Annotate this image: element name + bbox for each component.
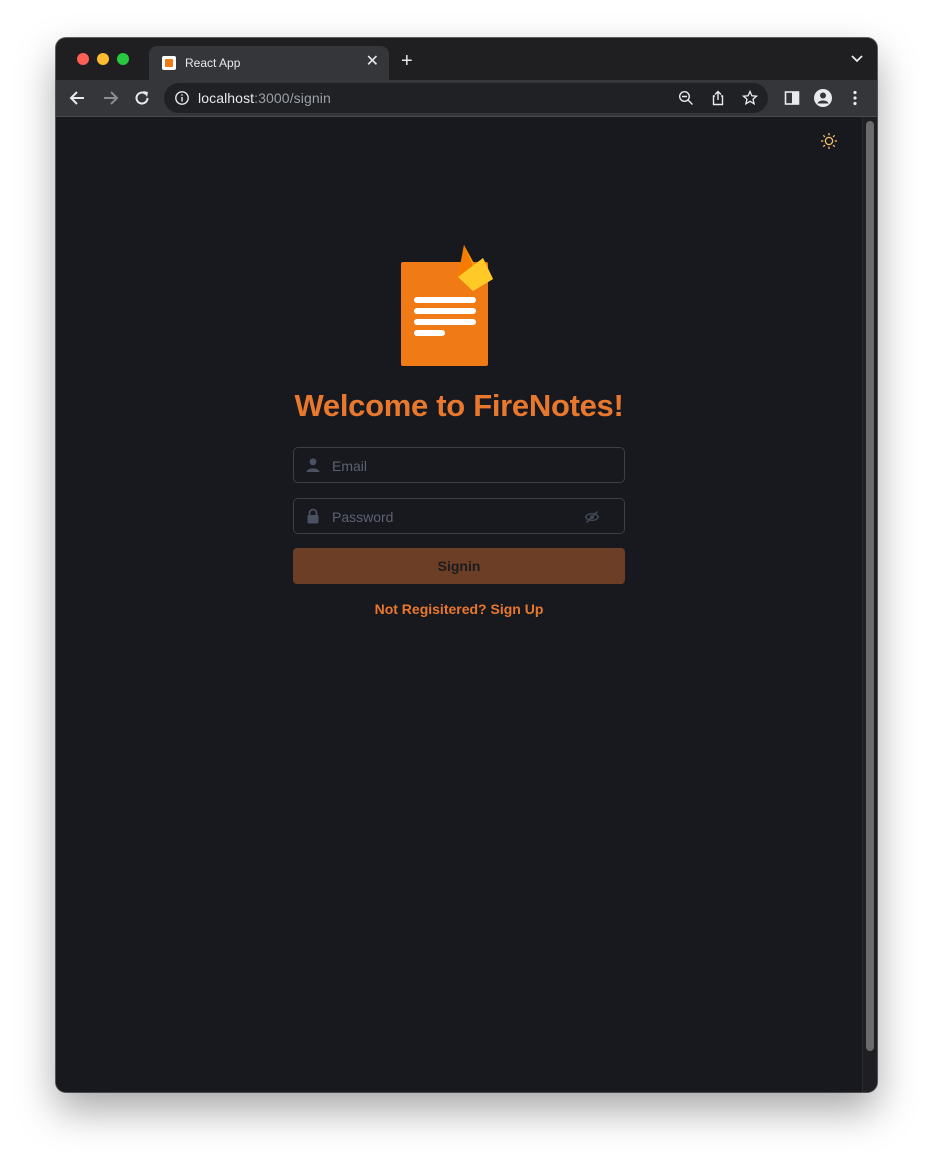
sun-icon[interactable] — [819, 131, 839, 151]
minimize-window-button[interactable] — [97, 53, 109, 65]
email-field[interactable] — [293, 447, 625, 484]
menu-icon[interactable] — [845, 88, 865, 108]
password-field[interactable] — [293, 498, 625, 535]
chevron-down-icon[interactable] — [851, 55, 863, 63]
forward-icon[interactable] — [100, 88, 120, 108]
firenotes-logo — [401, 245, 493, 366]
tab-title: React App — [185, 56, 241, 70]
profile-icon[interactable] — [813, 88, 833, 108]
page-viewport: Welcome to FireNotes! Signin Not Regisit… — [56, 117, 862, 1092]
scrollbar-thumb[interactable] — [866, 121, 874, 1051]
signin-button[interactable]: Signin — [293, 548, 625, 584]
new-tab-icon[interactable]: + — [401, 51, 413, 71]
sidebar-icon[interactable] — [782, 88, 802, 108]
zoom-out-icon[interactable] — [678, 90, 694, 106]
signup-link[interactable]: Not Regisitered? Sign Up — [56, 601, 862, 617]
address-bar[interactable]: localhost:3000/signin — [164, 83, 768, 113]
back-icon[interactable] — [68, 88, 88, 108]
share-icon[interactable] — [710, 90, 726, 106]
tab-strip: React App ✕ + — [56, 38, 877, 80]
url-text: localhost:3000/signin — [198, 90, 331, 106]
scrollbar[interactable] — [862, 117, 877, 1092]
lock-icon — [307, 508, 319, 524]
tab-close-icon[interactable]: ✕ — [366, 53, 379, 71]
star-icon[interactable] — [742, 90, 758, 106]
browser-window: React App ✕ + localhost:3000/signin Welc… — [56, 38, 877, 1092]
maximize-window-button[interactable] — [117, 53, 129, 65]
browser-toolbar: localhost:3000/signin — [56, 80, 877, 117]
info-icon[interactable] — [174, 90, 190, 106]
page-title: Welcome to FireNotes! — [294, 388, 624, 423]
email-input[interactable] — [330, 448, 584, 484]
reload-icon[interactable] — [132, 88, 152, 108]
favicon-icon — [162, 56, 176, 70]
user-icon — [306, 458, 320, 472]
password-input[interactable] — [330, 499, 584, 535]
eye-off-icon[interactable] — [584, 509, 600, 525]
browser-tab[interactable]: React App ✕ — [149, 46, 389, 80]
close-window-button[interactable] — [77, 53, 89, 65]
